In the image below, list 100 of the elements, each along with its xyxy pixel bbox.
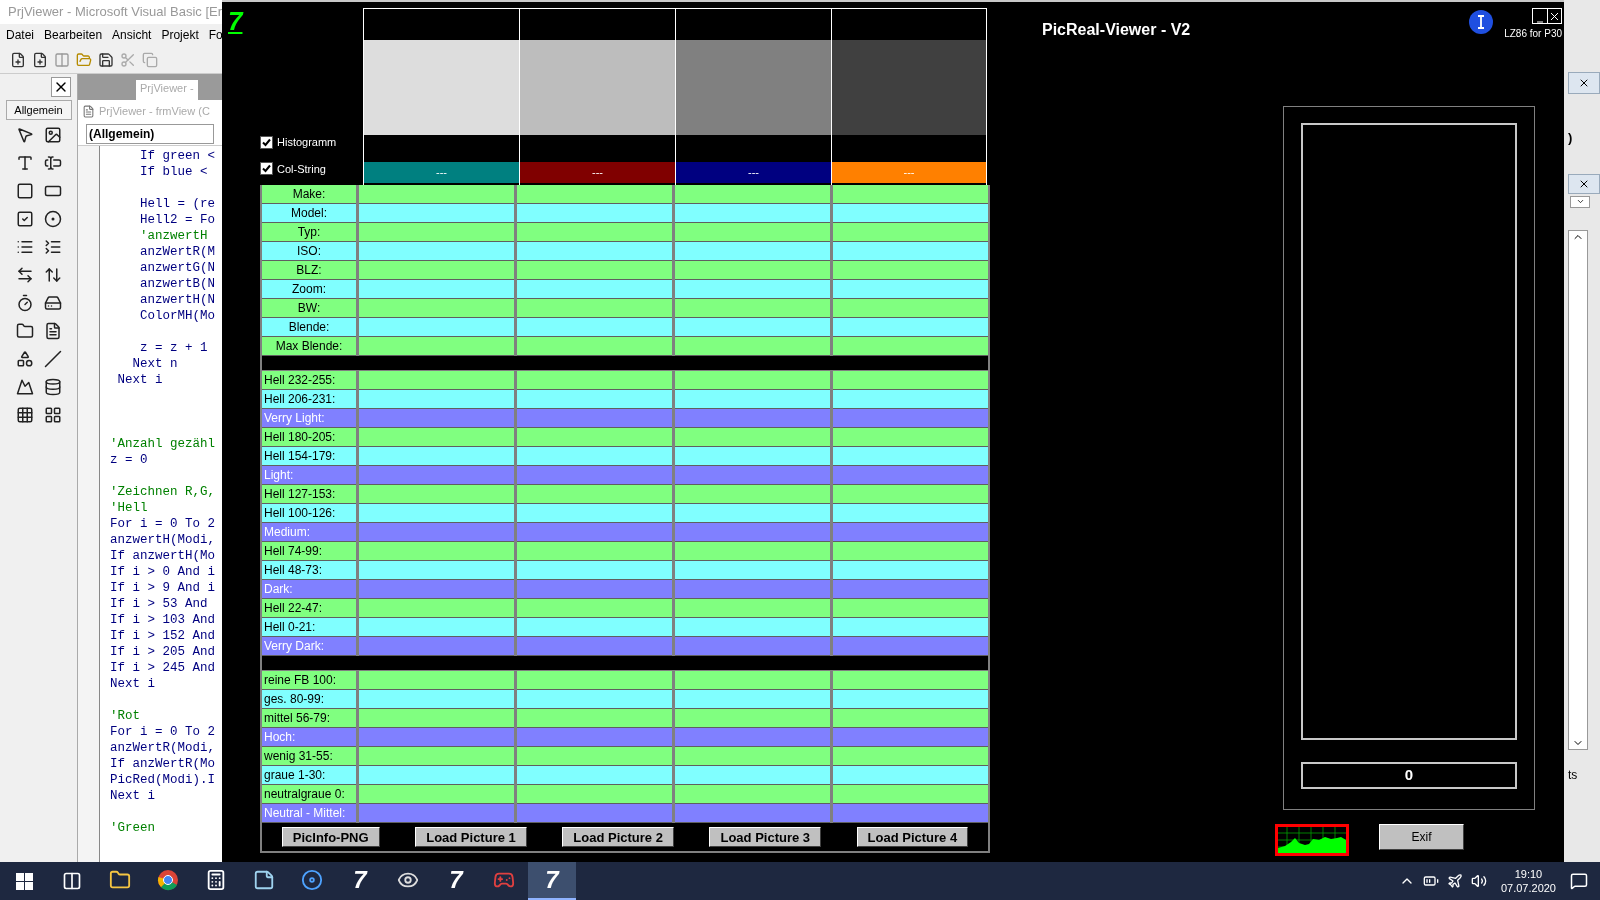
row-label: Verry Light: <box>262 409 356 428</box>
taskbar-app[interactable]: 7 <box>336 862 384 900</box>
shapes-icon[interactable] <box>15 350 34 368</box>
airplane-icon[interactable] <box>1446 873 1463 889</box>
toolbox-tab[interactable]: Allgemein <box>5 100 72 120</box>
add-project-icon[interactable] <box>10 51 26 68</box>
task-view-icon[interactable] <box>62 871 82 891</box>
row-label: Blende: <box>262 318 356 337</box>
landscape-icon[interactable] <box>15 378 34 396</box>
dropdown-button[interactable] <box>1570 195 1590 208</box>
file-icon[interactable] <box>43 322 62 340</box>
code-line: If anzwertH(Mo <box>110 548 217 564</box>
list-icon[interactable] <box>15 238 34 256</box>
app-logo: 7 <box>228 6 243 36</box>
color-string-bar: --- <box>364 162 519 183</box>
menu-item[interactable]: Fo <box>208 26 223 44</box>
object-combo[interactable]: (Allgemein) <box>86 123 214 144</box>
speaker-icon[interactable] <box>1470 873 1487 889</box>
textbox-icon[interactable] <box>43 154 62 172</box>
menu-item[interactable]: Datei <box>6 26 34 44</box>
color-string-bar: --- <box>832 162 986 183</box>
browser-icon <box>157 869 179 891</box>
line-icon[interactable] <box>43 350 62 368</box>
letter-icon[interactable] <box>15 154 34 172</box>
row-label: Make: <box>262 185 356 204</box>
color-string-bar: --- <box>676 162 831 183</box>
battery-icon[interactable] <box>1422 873 1439 889</box>
code-line: PicRed(Modi).I <box>110 772 217 788</box>
add-form-icon[interactable] <box>32 51 48 68</box>
checkbox[interactable] <box>260 162 273 176</box>
menu-item[interactable]: Bearbeiten <box>44 26 103 44</box>
combo-list-icon[interactable] <box>43 238 62 256</box>
partial-text: ) <box>1568 129 1574 147</box>
row-label: Hell 0-21: <box>262 618 356 637</box>
checkbox[interactable] <box>260 135 273 149</box>
row-label: Zoom: <box>262 280 356 299</box>
code-line: If i > 9 And i <box>110 580 217 596</box>
load-button[interactable]: Load Picture 3 <box>709 827 822 847</box>
code-line: 'Rot <box>110 708 141 724</box>
checkbox-icon[interactable] <box>15 210 34 228</box>
load-button[interactable]: Load Picture 4 <box>856 827 969 847</box>
grid-icon[interactable] <box>15 406 34 424</box>
windows-start-icon[interactable] <box>15 872 33 890</box>
vertical-scroll-icon[interactable] <box>43 266 62 284</box>
horizontal-scroll-icon[interactable] <box>15 266 34 284</box>
code-line: If i > 205 And <box>110 644 217 660</box>
data-icon[interactable] <box>43 378 62 396</box>
disc-icon <box>301 869 323 891</box>
layout-icon[interactable] <box>43 406 62 424</box>
row-label: ISO: <box>262 242 356 261</box>
code-line: If i > 245 And <box>110 660 217 676</box>
code-line: 'anzwertH <box>139 228 209 244</box>
checkbox-label: Histogramm <box>277 135 337 150</box>
drive-icon[interactable] <box>43 294 62 312</box>
close-button[interactable] <box>51 77 71 97</box>
code-window-icon <box>82 104 95 118</box>
pointer-icon[interactable] <box>15 126 34 144</box>
picture-icon[interactable] <box>43 126 62 144</box>
open-folder-icon[interactable] <box>76 51 92 68</box>
code-line: If i > 103 And <box>110 612 217 628</box>
histogram-icon[interactable] <box>1275 824 1349 856</box>
code-line: z = 0 <box>110 452 149 468</box>
code-line: 'Green <box>110 820 156 836</box>
menu-item[interactable]: Projekt <box>161 26 199 44</box>
row-label: Verry Dark: <box>262 637 356 656</box>
scrollbar[interactable] <box>1568 229 1588 750</box>
row-label: Hell 74-99: <box>262 542 356 561</box>
code-line: 'Anzahl gezähl <box>110 436 217 452</box>
clock[interactable]: 19:10 07.07.2020 <box>1494 867 1562 895</box>
exif-button[interactable]: Exif <box>1379 824 1464 850</box>
load-button[interactable]: Load Picture 2 <box>562 827 674 847</box>
folder-icon[interactable] <box>15 322 34 340</box>
timer-icon[interactable] <box>15 294 34 312</box>
color-string-bar: --- <box>520 162 675 183</box>
load-button[interactable]: Load Picture 1 <box>415 827 527 847</box>
taskbar-app[interactable]: 7 <box>432 862 480 900</box>
row-label: Model: <box>262 204 356 223</box>
info-icon[interactable] <box>1468 9 1495 35</box>
code-line: For i = 0 To 2 <box>110 516 217 532</box>
load-button[interactable]: PicInfo-PNG <box>281 827 380 847</box>
row-label: Hoch: <box>262 728 356 747</box>
checkbox-label: Col-String <box>277 161 326 177</box>
code-line: anzwertB(N <box>139 276 217 292</box>
frame-icon[interactable] <box>15 182 34 200</box>
code-line: If i > 0 And i <box>110 564 217 580</box>
row-label: Neutral - Mittel: <box>262 804 356 823</box>
row-label: Light: <box>262 466 356 485</box>
code-line: Next i <box>116 372 164 388</box>
code-line: anzWertR(Modi, <box>110 740 217 756</box>
taskbar-app[interactable]: 7 <box>528 862 576 900</box>
row-label: BLZ: <box>262 261 356 280</box>
notification-icon[interactable] <box>1570 872 1588 890</box>
code-line: Next i <box>110 676 156 692</box>
radio-icon[interactable] <box>43 210 62 228</box>
menu-item[interactable]: Ansicht <box>112 26 152 44</box>
code-line: If anzWertR(Mo <box>110 756 217 772</box>
code-line: 'Zeichnen R,G, <box>110 484 217 500</box>
save-icon[interactable] <box>98 51 114 68</box>
code-window-title: PrjViewer - frmView (C <box>99 103 210 119</box>
code-line: ColorMH(Mo <box>139 308 217 324</box>
